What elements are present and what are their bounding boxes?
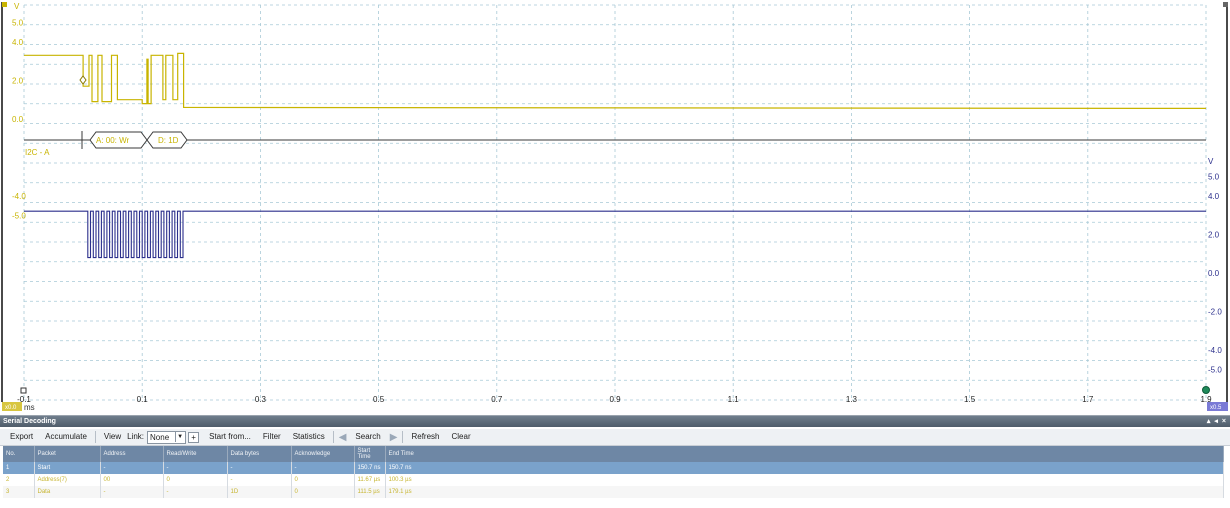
panel-pin-icon[interactable]: ▴ [1207,416,1211,427]
serial-decoding-panel: Serial Decoding ▴ ◂ × Export Accumulate … [0,415,1230,508]
link-label: Link: [127,432,145,441]
panel-close-icon[interactable]: × [1222,416,1226,427]
table-cell: 100.3 µs [385,474,1224,486]
table-cell: Address(7) [34,474,101,486]
link-select[interactable]: None ▼ [147,430,187,444]
toolbar-divider [94,431,96,443]
table-cell: - [100,462,164,474]
panel-title: Serial Decoding [3,418,56,425]
export-button[interactable]: Export [4,430,39,444]
link-select-value: None [150,432,170,442]
toolbar-divider [402,431,404,443]
column-header[interactable]: Read/Write [163,446,228,462]
left-axis-tick: -5.0 [12,212,26,221]
table-cell: - [227,474,292,486]
right-axis-tick: -4.0 [1208,346,1222,355]
time-axis-tick: 1.3 [846,395,858,404]
panel-titlebar: Serial Decoding ▴ ◂ × [0,416,1230,427]
statistics-button[interactable]: Statistics [287,430,331,444]
column-header[interactable]: Data bytes [227,446,292,462]
right-axis-tick: -2.0 [1208,308,1222,317]
table-cell: Start [34,462,101,474]
table-cell: - [163,462,228,474]
accumulate-button[interactable]: Accumulate [39,430,93,444]
table-cell: 1 [3,462,35,474]
table-cell: 150.7 ns [385,462,1224,474]
packet-data-label: D: 1D [158,136,179,145]
right-axis-unit: V [1208,157,1214,166]
left-ruler-handle[interactable] [20,387,27,394]
left-axis-tick: 4.0 [12,38,24,47]
time-axis-tick: 0.3 [255,395,267,404]
right-axis-tick: 2.0 [1208,230,1220,239]
start-from-button[interactable]: Start from... [203,430,257,444]
time-axis-tick: 1.5 [964,395,976,404]
table-header-row: No. Packet Address Read/Write Data bytes… [3,446,1224,462]
search-button[interactable]: Search [349,430,386,444]
clear-button[interactable]: Clear [445,430,476,444]
table-row[interactable]: 1 Start - - - - 150.7 ns 150.7 ns [3,462,1224,474]
column-header[interactable]: Start Time [354,446,386,462]
filter-button[interactable]: Filter [257,430,287,444]
column-header[interactable]: No. [3,446,35,462]
decode-table: No. Packet Address Read/Write Data bytes… [3,446,1224,498]
oscilloscope-view[interactable]: V 5.0 4.0 2.0 0.0 -4.0 -5.0 V 5.0 4.0 2.0 0.0 -2.0 -… [0,0,1230,415]
zoom-badge-left-text: x0.0 [5,405,17,411]
table-cell: 0 [291,486,355,498]
table-cell: 0 [163,474,228,486]
left-axis-tick: 5.0 [12,19,24,28]
decode-toolbar: Export Accumulate View Link: None ▼ + Sta… [0,429,1230,446]
table-cell: 179.1 µs [385,486,1224,498]
search-next-icon[interactable]: ▶ [387,432,401,443]
left-axis-tick: -4.0 [12,192,26,201]
time-axis-tick: 0.1 [137,395,149,404]
right-axis-tick: 0.0 [1208,269,1220,278]
time-unit: ms [24,403,35,412]
time-axis-tick: 0.9 [609,395,621,404]
refresh-button[interactable]: Refresh [405,430,445,444]
chevron-down-icon: ▼ [175,432,184,442]
table-cell: 0 [291,474,355,486]
table-cell: 3 [3,486,35,498]
table-cell: 2 [3,474,35,486]
packet-address-label: A: 00: Wr [96,136,130,145]
zoom-badge-right-text: x0.5 [1210,405,1222,411]
time-axis-tick: 1.7 [1082,395,1094,404]
table-cell: 11.67 µs [354,474,386,486]
table-cell: - [291,462,355,474]
column-header[interactable]: End Time [385,446,1224,462]
left-axis-tick: 0.0 [12,115,24,124]
left-axis-tick: 2.0 [12,76,24,85]
table-row[interactable]: 3 Data - - 1D 0 111.5 µs 179.1 µs [3,486,1224,498]
table-cell: 150.7 ns [354,462,386,474]
table-cell: Data [34,486,101,498]
right-axis-tick: 5.0 [1208,173,1220,182]
column-header[interactable]: Packet [34,446,101,462]
time-axis-tick: 0.7 [491,395,503,404]
table-cell: - [163,486,228,498]
time-axis-tick: 0.5 [373,395,385,404]
table-cell: 00 [100,474,164,486]
view-button[interactable]: View [98,430,127,444]
table-row[interactable]: 2 Address(7) 00 0 - 0 11.67 µs 100.3 µs [3,474,1224,486]
toolbar-divider [332,431,334,443]
time-axis-tick: 1.1 [728,395,740,404]
add-link-button[interactable]: + [188,431,200,443]
search-previous-icon[interactable]: ◀ [336,432,350,443]
panel-restore-icon[interactable]: ◂ [1214,416,1218,427]
table-cell: 111.5 µs [354,486,386,498]
table-cell: - [227,462,292,474]
left-axis-unit: V [14,2,20,11]
table-cell: 1D [227,486,292,498]
column-header[interactable]: Acknowledge [291,446,355,462]
right-axis-tick: 4.0 [1208,192,1220,201]
column-header[interactable]: Address [100,446,164,462]
right-ruler-handle[interactable] [1202,386,1210,394]
table-cell: - [100,486,164,498]
right-axis-tick: -5.0 [1208,366,1222,375]
decode-channel-label: I2C - A [25,148,50,157]
